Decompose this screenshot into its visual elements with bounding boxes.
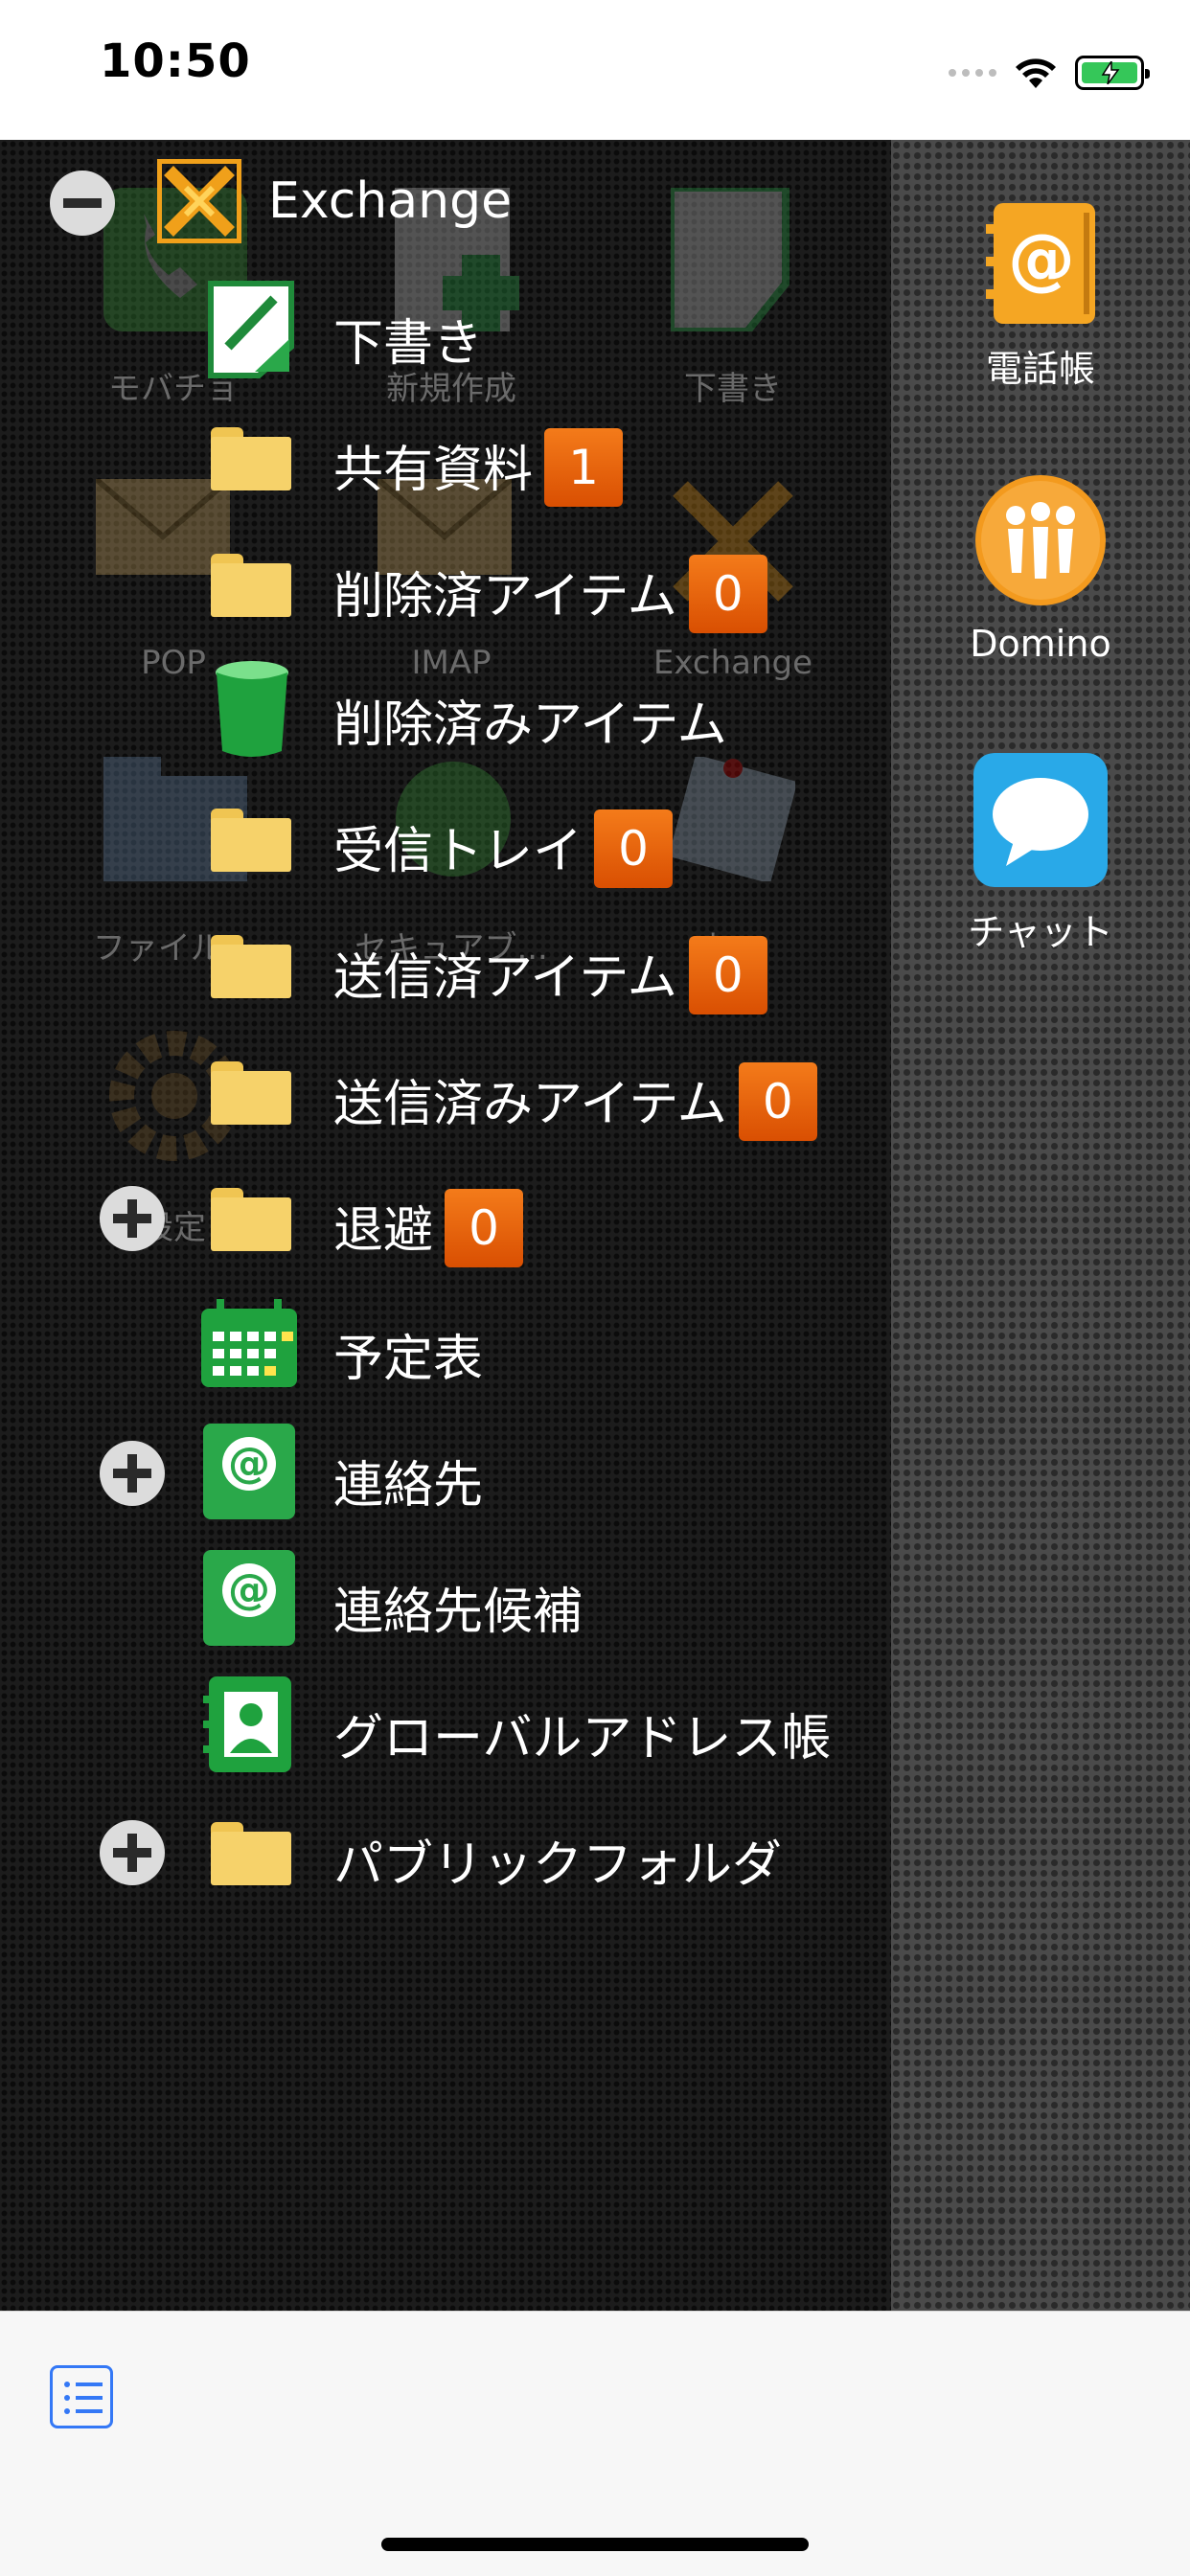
tree-item-label: パブリックフォルダ xyxy=(333,1836,783,1894)
tree-item-shared-docs[interactable]: 共有資料 1 xyxy=(0,404,891,510)
folder-icon xyxy=(211,1061,291,1125)
app-label: 電話帳 xyxy=(985,348,1095,390)
wifi-icon xyxy=(1016,58,1056,88)
status-time: 10:50 xyxy=(100,34,251,88)
unread-badge: 0 xyxy=(594,809,674,888)
tree-item-label: 削除済アイテム 0 xyxy=(333,555,767,639)
app-label: チャット xyxy=(968,911,1113,953)
tree-item-global-address-book[interactable]: グローバルアドレス帳 xyxy=(0,1673,891,1778)
tree-item-label: 連絡先候補 xyxy=(333,1584,584,1641)
tree-item-label: 送信済みアイテム 0 xyxy=(333,1062,817,1147)
unread-badge: 0 xyxy=(738,1062,817,1141)
tree-item-archive[interactable]: 退避 0 xyxy=(0,1165,891,1270)
tree-item-label: 連絡先 xyxy=(333,1457,484,1515)
unread-badge: 0 xyxy=(445,1189,524,1267)
trash-icon xyxy=(216,661,288,757)
tree-item-sent[interactable]: 送信済アイテム 0 xyxy=(0,912,891,1017)
folder-icon xyxy=(211,427,291,490)
phonebook-icon: @ xyxy=(986,203,1095,324)
expand-button[interactable] xyxy=(100,1441,165,1506)
folder-icon xyxy=(211,1822,291,1885)
folder-icon xyxy=(211,554,291,617)
tree-item-label: 送信済アイテム 0 xyxy=(333,936,767,1020)
bottom-toolbar xyxy=(0,2311,1190,2576)
app-phonebook[interactable]: @ 電話帳 xyxy=(891,203,1190,392)
exchange-icon xyxy=(157,159,241,243)
expand-button[interactable] xyxy=(100,1820,165,1885)
tree-item-sent-items[interactable]: 送信済みアイテム 0 xyxy=(0,1038,891,1144)
tree-item-label: 下書き xyxy=(333,315,484,373)
tree-item-contacts[interactable]: @ 連絡先 xyxy=(0,1420,891,1525)
unread-badge: 1 xyxy=(544,428,624,507)
status-icons xyxy=(949,52,1150,94)
tree-item-label: グローバルアドレス帳 xyxy=(333,1710,832,1767)
battery-icon xyxy=(1075,56,1150,90)
tree-item-drafts[interactable]: 下書き xyxy=(0,278,891,383)
folder-icon xyxy=(211,809,291,872)
draft-icon xyxy=(208,281,294,378)
tree-item-label: 共有資料 1 xyxy=(333,428,624,513)
cellular-signal-icon xyxy=(949,69,996,77)
tree-item-deleted-items[interactable]: 削除済みアイテム xyxy=(0,659,891,764)
home-indicator xyxy=(381,2538,809,2551)
tree-item-label: 退避 0 xyxy=(333,1189,524,1273)
contacts-icon: @ xyxy=(203,1424,295,1519)
folder-icon xyxy=(211,1188,291,1251)
collapse-button[interactable] xyxy=(50,171,115,236)
tree-item-inbox[interactable]: 受信トレイ 0 xyxy=(0,786,891,891)
app-domino[interactable]: Domino xyxy=(891,473,1190,665)
tree-root-exchange[interactable]: Exchange xyxy=(268,172,512,230)
address-book-icon xyxy=(203,1676,291,1772)
tree-item-suggested-contacts[interactable]: @ 連絡先候補 xyxy=(0,1546,891,1652)
svg-text:@: @ xyxy=(1008,219,1075,298)
app-chat[interactable]: チャット xyxy=(891,753,1190,955)
contacts-icon: @ xyxy=(203,1550,295,1646)
unread-badge: 0 xyxy=(688,936,767,1014)
tree-item-deleted[interactable]: 削除済アイテム 0 xyxy=(0,531,891,636)
expand-button[interactable] xyxy=(100,1186,165,1251)
tree-item-public-folders[interactable]: パブリックフォルダ xyxy=(0,1799,891,1904)
list-icon[interactable] xyxy=(50,2365,113,2428)
tree-item-label: 予定表 xyxy=(333,1331,484,1388)
app-label: Domino xyxy=(970,623,1111,665)
folder-icon xyxy=(211,935,291,998)
chat-icon xyxy=(973,753,1108,887)
right-panel xyxy=(891,140,1190,2311)
tree-item-label: 受信トレイ 0 xyxy=(333,809,674,894)
calendar-icon xyxy=(201,1299,297,1387)
status-bar: 10:50 xyxy=(0,0,1190,140)
tree-item-calendar[interactable]: 予定表 xyxy=(0,1293,891,1399)
tree-item-label: 削除済みアイテム xyxy=(333,696,727,754)
unread-badge: 0 xyxy=(688,555,767,633)
domino-icon xyxy=(975,475,1106,605)
